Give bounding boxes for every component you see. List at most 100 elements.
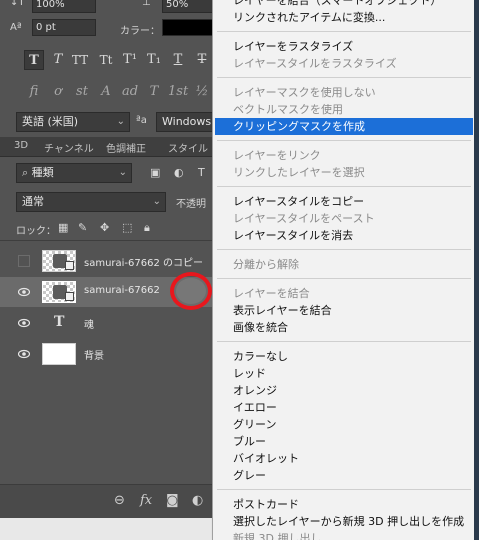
- tracking-icon: ⊥: [142, 0, 151, 8]
- all-caps-button[interactable]: TT: [70, 50, 90, 70]
- layer-name: samurai-67662: [84, 285, 160, 296]
- text-color-swatch[interactable]: [162, 19, 214, 36]
- stylistic-alternates-button[interactable]: ad: [120, 82, 140, 102]
- divider: [0, 240, 214, 241]
- underline-button[interactable]: T: [168, 50, 188, 70]
- layer-name: samurai-67662 のコピー: [84, 258, 204, 269]
- menu-item[interactable]: カラーなし: [215, 348, 473, 365]
- link-icon[interactable]: ⊖: [114, 493, 125, 508]
- menu-separator: [217, 31, 471, 32]
- lock-artboard-icon[interactable]: ⬚: [122, 221, 132, 234]
- menu-item[interactable]: グレー: [215, 467, 473, 484]
- old-style-button[interactable]: ơ: [48, 82, 68, 102]
- mask-icon[interactable]: ◙: [166, 493, 179, 508]
- menu-item[interactable]: ブルー: [215, 433, 473, 450]
- menu-separator: [217, 341, 471, 342]
- menu-item[interactable]: グリーン: [215, 416, 473, 433]
- menu-item: レイヤースタイルをラスタライズ: [233, 57, 397, 70]
- pixel-filter-icon[interactable]: ▣: [150, 166, 160, 179]
- layer-row[interactable]: T 魂: [0, 308, 214, 338]
- blend-mode-select[interactable]: 通常 ⌄: [16, 192, 166, 212]
- eye-icon[interactable]: [18, 317, 30, 329]
- subscript-button[interactable]: T₁: [144, 50, 164, 70]
- fractions-button[interactable]: ½: [192, 82, 212, 102]
- menu-item: レイヤーを結合: [233, 287, 310, 300]
- menu-item[interactable]: ポストカード: [215, 496, 473, 513]
- baseline-shift-field[interactable]: 0 pt: [32, 19, 96, 36]
- menu-item[interactable]: レイヤースタイルをコピー: [215, 193, 473, 210]
- chevron-down-icon: ⌄: [116, 116, 125, 127]
- menu-item[interactable]: オレンジ: [215, 382, 473, 399]
- search-icon: ⌕: [22, 166, 32, 179]
- strikethrough-button[interactable]: T: [192, 50, 212, 70]
- baseline-shift-icon: Aª: [10, 22, 22, 33]
- tracking-field[interactable]: 50%: [162, 0, 214, 13]
- superscript-button[interactable]: T¹: [120, 50, 140, 70]
- layer-filter-select[interactable]: ⌕ 種類 ⌄: [16, 163, 132, 183]
- menu-separator: [217, 249, 471, 250]
- menu-separator: [217, 77, 471, 78]
- visibility-toggle-off[interactable]: [18, 255, 30, 267]
- menu-item[interactable]: レイヤーを結合（スマートオブジェクト）: [215, 0, 473, 9]
- chevron-down-icon: ⌄: [152, 196, 161, 207]
- layer-filter-value: 種類: [31, 166, 54, 179]
- menu-item[interactable]: クリッピングマスクを作成: [215, 118, 473, 135]
- adjustment-filter-icon[interactable]: ◐: [174, 166, 184, 179]
- layer-thumbnail: [42, 281, 76, 303]
- color-label: カラー：: [120, 26, 160, 37]
- lock-label: ロック：: [16, 226, 56, 237]
- anti-alias-select[interactable]: Windows: [156, 112, 214, 132]
- menu-item: 新規 3D 押し出し: [233, 532, 322, 540]
- menu-item[interactable]: レイヤーをラスタライズ: [215, 38, 473, 55]
- tab-adjustments[interactable]: 色調補正: [106, 140, 146, 155]
- menu-item[interactable]: 画像を統合: [215, 319, 473, 336]
- lock-all-icon[interactable]: 🔒︎: [144, 221, 150, 235]
- menu-item: レイヤーマスクを使用しない: [233, 86, 376, 99]
- background-strip: [474, 0, 479, 540]
- text-layer-icon: T: [54, 314, 65, 330]
- leading-field[interactable]: 100%: [32, 0, 96, 13]
- menu-item[interactable]: 選択したレイヤーから新規 3D 押し出しを作成: [215, 513, 473, 530]
- discretionary-ligatures-button[interactable]: st: [72, 82, 92, 102]
- lock-position-icon[interactable]: ✥: [100, 221, 109, 234]
- context-menu: レイヤーを結合（スマートオブジェクト） リンクされたアイテムに変換... レイヤーを…: [212, 0, 474, 540]
- tab-styles[interactable]: スタイル: [168, 140, 208, 155]
- menu-item[interactable]: リンクされたアイテムに変換...: [215, 9, 473, 26]
- swash-button[interactable]: A: [96, 82, 116, 102]
- faux-italic-button[interactable]: T: [48, 50, 68, 70]
- ordinals-button[interactable]: 1st: [168, 82, 188, 102]
- annotation-circle: [170, 272, 212, 310]
- menu-item[interactable]: イエロー: [215, 399, 473, 416]
- layer-row[interactable]: samurai-67662 のコピー: [0, 246, 214, 276]
- ligatures-button[interactable]: fi: [24, 82, 44, 102]
- anti-alias-value: Windows: [162, 115, 212, 128]
- menu-item: 分離から解除: [233, 258, 299, 271]
- layers-footer: ⊖ fx ◙ ◐: [0, 484, 214, 518]
- fx-icon[interactable]: fx: [140, 493, 152, 508]
- layer-row[interactable]: 背景: [0, 339, 214, 369]
- menu-item[interactable]: バイオレット: [215, 450, 473, 467]
- adjustment-icon[interactable]: ◐: [192, 493, 203, 508]
- leading-icon: ↕T: [10, 0, 25, 8]
- menu-item[interactable]: レイヤースタイルを消去: [215, 227, 473, 244]
- blend-mode-value: 通常: [22, 195, 44, 208]
- chevron-down-icon: ⌄: [118, 167, 127, 178]
- tab-channels[interactable]: チャンネル: [44, 140, 94, 155]
- tab-3d[interactable]: 3D: [14, 140, 28, 151]
- language-select[interactable]: 英語 (米国) ⌄: [16, 112, 130, 132]
- small-caps-button[interactable]: Tt: [96, 50, 116, 70]
- menu-item: レイヤースタイルをペースト: [233, 212, 375, 225]
- menu-separator: [217, 278, 471, 279]
- lock-transparent-icon[interactable]: ▦: [58, 221, 68, 234]
- lock-image-icon[interactable]: ✎: [78, 221, 87, 234]
- menu-item[interactable]: レッド: [215, 365, 473, 382]
- eye-icon[interactable]: [18, 348, 30, 360]
- faux-bold-button[interactable]: T: [24, 50, 44, 70]
- menu-item: レイヤーをリンク: [233, 149, 321, 162]
- layer-name: 魂: [84, 320, 94, 331]
- titling-alternates-button[interactable]: T: [144, 82, 164, 102]
- menu-item[interactable]: 表示レイヤーを結合: [215, 302, 473, 319]
- eye-icon[interactable]: [18, 286, 30, 298]
- panel-tabs: 3D チャンネル 色調補正 スタイル: [0, 137, 214, 157]
- type-filter-icon[interactable]: T: [198, 166, 205, 179]
